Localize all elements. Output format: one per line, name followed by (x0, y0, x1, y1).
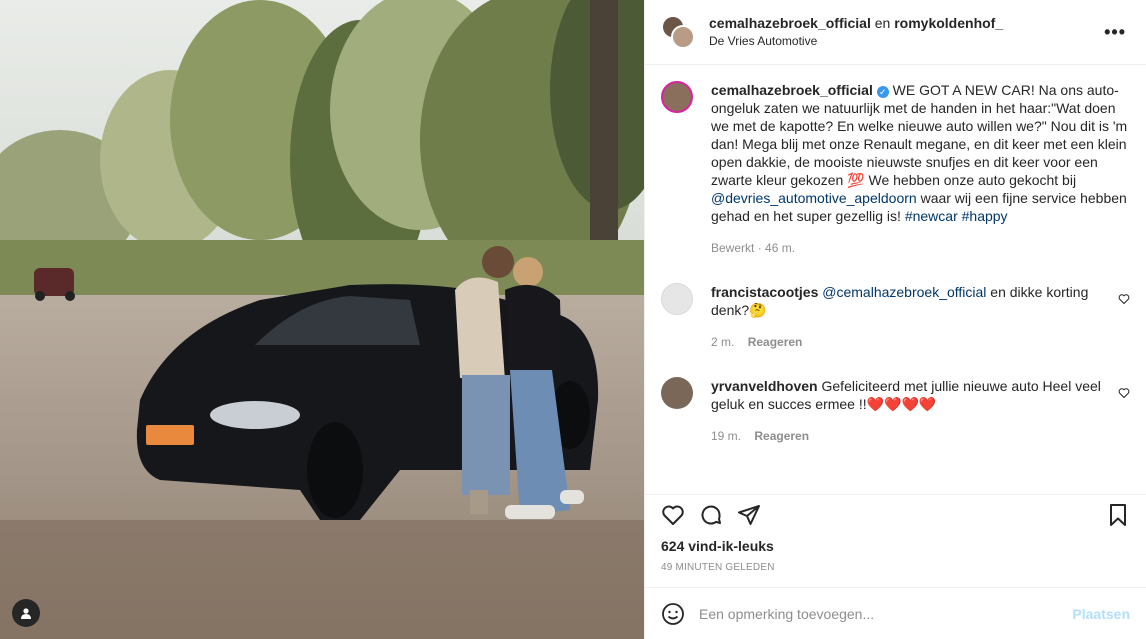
emoji-icon[interactable] (661, 602, 685, 626)
photo-scene (0, 0, 644, 639)
more-options-icon[interactable]: ••• (1104, 22, 1126, 43)
collab-avatars[interactable] (661, 15, 695, 49)
heart-icon[interactable] (661, 503, 685, 527)
comments-list[interactable]: cemalhazebroek_official ✓ WE GOT A NEW C… (645, 65, 1146, 494)
comment-time[interactable]: 2 m. (711, 335, 734, 349)
post-photo[interactable] (0, 0, 644, 639)
comment-meta: 2 m. Reageren (711, 333, 1108, 351)
caption-time[interactable]: 46 m. (765, 241, 795, 255)
avatar[interactable] (661, 377, 693, 409)
post-comment-button[interactable]: Plaatsen (1072, 606, 1130, 622)
caption-mention[interactable]: @devries_automotive_apeldoorn (711, 190, 917, 206)
user-silhouette (21, 608, 31, 619)
avatar[interactable] (661, 81, 693, 113)
hashtag-newcar[interactable]: #newcar (905, 208, 958, 224)
comment-meta: 19 m. Reageren (711, 427, 1108, 445)
reply-button[interactable]: Reageren (748, 335, 803, 349)
post-header: cemalhazebroek_official en romykoldenhof… (645, 0, 1146, 65)
collab-username[interactable]: romykoldenhof_ (894, 15, 1003, 31)
comment-like-heart-icon[interactable] (1118, 387, 1130, 399)
post-timestamp[interactable]: 49 MINUTEN GELEDEN (645, 554, 1146, 587)
avatar[interactable] (671, 25, 695, 49)
post-sidebar: cemalhazebroek_official en romykoldenhof… (644, 0, 1146, 639)
comment-like-heart-icon[interactable] (1118, 293, 1130, 305)
verified-badge-icon: ✓ (876, 86, 889, 98)
reply-button[interactable]: Reageren (754, 429, 809, 443)
add-comment-bar: Een opmerking toevoegen... Plaatsen (645, 587, 1146, 639)
action-bar (645, 494, 1146, 534)
comment-mention[interactable]: @cemalhazebroek_official (822, 284, 986, 300)
author-connector: en (874, 15, 891, 31)
comment-input[interactable]: Een opmerking toevoegen... (699, 606, 1072, 622)
caption-username[interactable]: cemalhazebroek_official (711, 82, 873, 98)
comment-username[interactable]: francistacootjes (711, 284, 818, 300)
likes-count[interactable]: 624 vind-ik-leuks (645, 534, 1146, 554)
comment-username[interactable]: yrvanveldhoven (711, 378, 818, 394)
bookmark-icon[interactable] (1106, 503, 1130, 530)
post-viewer: cemalhazebroek_official en romykoldenhof… (0, 0, 1146, 639)
location-link[interactable]: De Vries Automotive (709, 32, 1003, 50)
author-username[interactable]: cemalhazebroek_official (709, 15, 871, 31)
hashtag-happy[interactable]: #happy (962, 208, 1008, 224)
comment-item: francistacootjes @cemalhazebroek_officia… (661, 283, 1130, 351)
comment-icon[interactable] (699, 503, 723, 527)
comment-item: yrvanveldhoven Gefeliciteerd met jullie … (661, 377, 1130, 445)
caption: cemalhazebroek_official ✓ WE GOT A NEW C… (661, 81, 1130, 257)
edited-label: Bewerkt (711, 241, 755, 255)
post-authors: cemalhazebroek_official en romykoldenhof… (709, 14, 1003, 50)
avatar[interactable] (661, 283, 693, 315)
user-tag-icon[interactable] (12, 599, 40, 627)
caption-meta: Bewerkt · 46 m. (711, 241, 796, 255)
comment-time[interactable]: 19 m. (711, 429, 741, 443)
paper-plane-icon[interactable] (737, 503, 761, 527)
